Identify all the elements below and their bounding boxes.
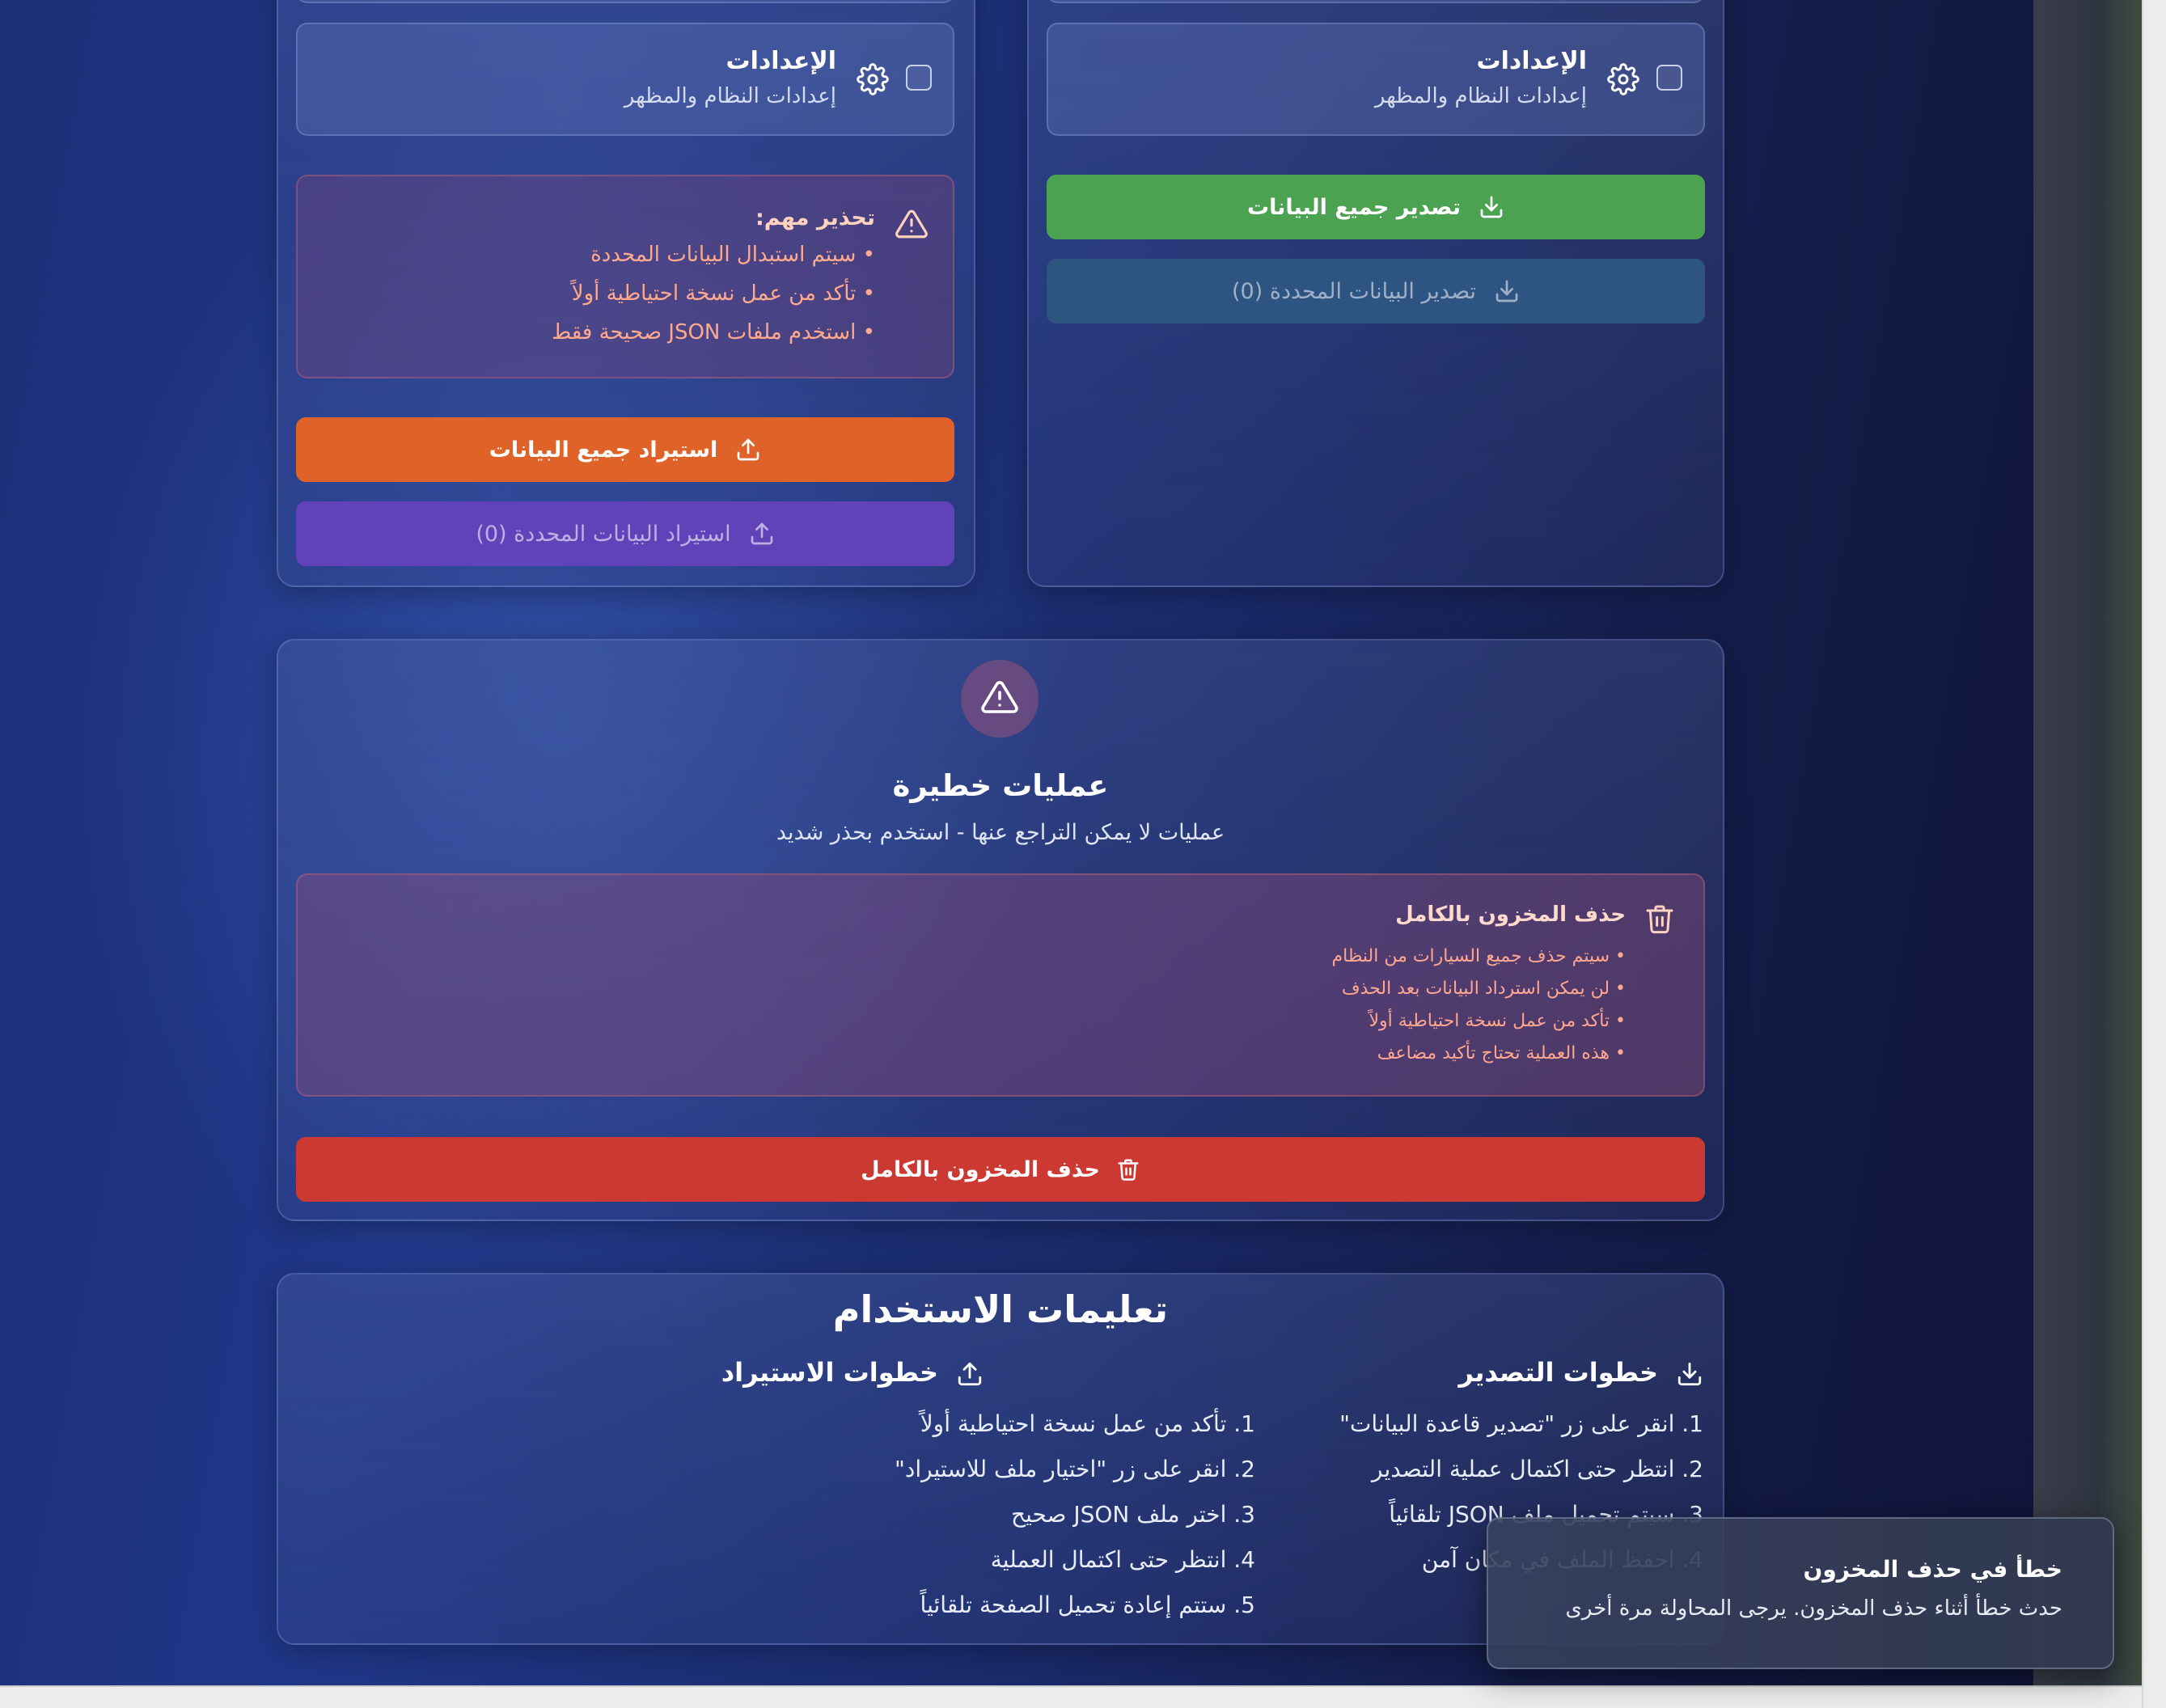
danger-zone-panel: عمليات خطيرة عمليات لا يمكن التراجع عنها… (277, 639, 1724, 1221)
import-warning-title: تحذير مهم: (755, 205, 875, 230)
download-icon (1495, 280, 1518, 302)
import-step: 2. انقر على زر "اختيار ملف للاستيراد" (894, 1456, 1255, 1482)
warning-triangle-icon (981, 681, 1018, 713)
export-steps-heading: خطوات التصدير (1458, 1357, 1658, 1388)
import-warning-box: تحذير مهم: • سيتم استبدال البيانات المحد… (296, 175, 954, 378)
delete-inventory-button[interactable]: حذف المخزون بالكامل (296, 1137, 1705, 1202)
upload-icon (737, 438, 759, 461)
warning-triangle-icon (895, 209, 928, 239)
export-all-button[interactable]: تصدير جميع البيانات (1047, 175, 1705, 239)
danger-icon-circle (961, 660, 1039, 738)
import-warning-item: • سيتم استبدال البيانات المحددة (590, 243, 875, 267)
import-step: 3. اختر ملف JSON صحيح (1011, 1501, 1255, 1528)
danger-zone-subtitle: عمليات لا يمكن التراجع عنها - استخدم بحذ… (776, 820, 1225, 845)
download-icon (1480, 196, 1503, 218)
export-selected-button[interactable]: تصدير البيانات المحددة (0) (1047, 259, 1705, 323)
import-settings-checkbox[interactable] (906, 65, 932, 91)
delete-warning-item: • هذه العملية تحتاج تأكيد مضاعف (1377, 1043, 1626, 1063)
import-steps-heading: خطوات الاستيراد (721, 1357, 938, 1388)
import-prev-item (296, 0, 954, 3)
export-selected-label: تصدير البيانات المحددة (0) (1231, 278, 1477, 304)
import-selected-button[interactable]: استيراد البيانات المحددة (0) (296, 501, 954, 566)
delete-warning-item: • سيتم حذف جميع السيارات من النظام (1331, 946, 1627, 966)
export-settings-title: الإعدادات (1476, 47, 1587, 75)
window-side-panel (2033, 0, 2142, 1685)
upload-icon (751, 522, 773, 545)
export-step: 1. انقر على زر "تصدير قاعدة البيانات" (1339, 1410, 1703, 1437)
import-selected-label: استيراد البيانات المحددة (0) (476, 521, 731, 547)
import-all-button[interactable]: استيراد جميع البيانات (296, 417, 954, 482)
toast-title: خطأ في حذف المخزون (1803, 1556, 2062, 1583)
download-icon (1677, 1362, 1702, 1386)
delete-inventory-info-box: حذف المخزون بالكامل • سيتم حذف جميع السي… (296, 873, 1705, 1097)
import-settings-item[interactable]: الإعدادات إعدادات النظام والمظهر (296, 23, 954, 136)
import-warning-item: • استخدم ملفات JSON صحيحة فقط (552, 320, 875, 345)
import-settings-subtitle: إعدادات النظام والمظهر (624, 84, 836, 108)
delete-inventory-label: حذف المخزون بالكامل (861, 1156, 1100, 1182)
danger-zone-title: عمليات خطيرة (892, 768, 1109, 803)
export-prev-item (1047, 0, 1705, 3)
import-step: 5. ستتم إعادة تحميل الصفحة تلقائياً (920, 1592, 1255, 1618)
import-warning-item: • تأكد من عمل نسخة احتياطية أولاً (571, 281, 875, 306)
export-settings-checkbox[interactable] (1656, 65, 1682, 91)
export-settings-item[interactable]: الإعدادات إعدادات النظام والمظهر (1047, 23, 1705, 136)
import-step: 4. انتظر حتى اكتمال العملية (990, 1546, 1255, 1573)
gear-icon (1607, 63, 1639, 95)
upload-icon (958, 1362, 982, 1386)
trash-icon (1118, 1159, 1139, 1181)
import-settings-title: الإعدادات (726, 47, 836, 75)
import-step: 1. تأكد من عمل نسخة احتياطية أولاً (920, 1410, 1255, 1437)
delete-warning-item: • لن يمكن استرداد البيانات بعد الحذف (1341, 979, 1626, 999)
instructions-title: تعليمات الاستخدام (832, 1287, 1169, 1331)
horizontal-scrollbar-track[interactable] (0, 1685, 2142, 1708)
toast-message: حدث خطأ أثناء حذف المخزون. يرجى المحاولة… (1565, 1596, 2063, 1621)
export-all-label: تصدير جميع البيانات (1246, 194, 1462, 220)
delete-warning-item: • تأكد من عمل نسخة احتياطية أولاً (1369, 1011, 1627, 1031)
export-settings-subtitle: إعدادات النظام والمظهر (1374, 84, 1587, 108)
error-toast[interactable]: خطأ في حذف المخزون حدث خطأ أثناء حذف الم… (1487, 1517, 2114, 1669)
gear-icon (857, 63, 889, 95)
export-step: 2. انتظر حتى اكتمال عملية التصدير (1372, 1456, 1703, 1482)
window-edge (2142, 0, 2166, 1708)
delete-inventory-box-title: حذف المخزون بالكامل (1395, 903, 1626, 927)
trash-icon (1646, 905, 1673, 934)
import-all-label: استيراد جميع البيانات (489, 437, 718, 463)
